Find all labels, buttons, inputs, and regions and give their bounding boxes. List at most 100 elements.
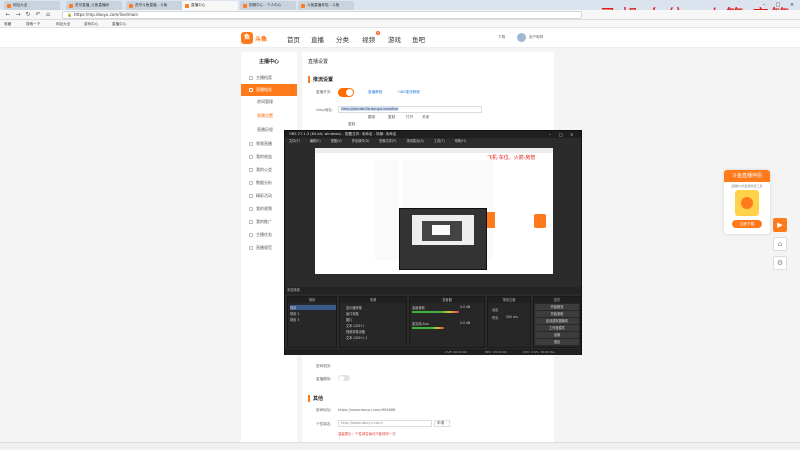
home-float-icon[interactable]: ⌂	[773, 237, 787, 251]
open-button[interactable]: 打开	[406, 115, 413, 120]
preview-nested-obs	[399, 208, 487, 270]
browser-tab[interactable]: 斗鱼直播伴侣 - 斗鱼	[298, 1, 354, 10]
obs-menu-item[interactable]: 工具(T)	[434, 139, 445, 143]
domain-input[interactable]: http://www.douyu.com/	[338, 420, 432, 427]
obs-window[interactable]: OBS 27.1.3 (64-bit, windows) - 配置文件: 未命名…	[284, 130, 582, 355]
obs-menu-item[interactable]: 视图(V)	[331, 139, 342, 143]
obs-tutorial-link[interactable]: OBS推流教程	[398, 90, 420, 95]
obs-menu-item[interactable]: 场景集合(S)	[407, 139, 424, 143]
bookmark-item[interactable]: 游戏中心	[84, 21, 98, 27]
refresh-icon[interactable]: ↻	[24, 11, 32, 19]
start-recording-button[interactable]: 开始录制	[535, 311, 579, 317]
video-icon	[249, 142, 253, 146]
sources-dock: 来源 显示器采集 窗口采集 图片 文本 (GDI+) 视频采集设备 文本 (GD…	[339, 296, 407, 348]
sidebar-item-profile[interactable]: 主播档案	[241, 72, 297, 84]
obs-minimize-icon[interactable]: –	[549, 131, 551, 138]
download-button[interactable]: 立即下载	[732, 220, 762, 228]
domain-note: 温馨提示：个性域名每月只能修改一次	[338, 432, 396, 436]
username[interactable]: 用户昵称	[529, 35, 543, 40]
source-item[interactable]: 文本 (GDI+) 2	[346, 335, 367, 340]
undo-icon[interactable]: ↶	[34, 11, 42, 19]
obs-menu-item[interactable]: 停靠部件(D)	[352, 139, 370, 143]
start-streaming-button[interactable]: 开始推流	[535, 304, 579, 310]
source-item[interactable]: 视频采集设备	[346, 329, 365, 334]
sidebar-item-label: 数据分析	[256, 180, 272, 185]
sidebar-item-label: 精彩活动	[256, 193, 272, 198]
domain-button[interactable]: 申请	[434, 420, 450, 427]
url-input[interactable]: 🔒 https://mp.douyu.com/live/main	[62, 11, 582, 19]
settings-float-icon[interactable]: ⚙	[773, 256, 787, 270]
stream-toggle[interactable]	[338, 88, 354, 97]
sidebar-item-live[interactable]: 直播相关	[241, 84, 297, 96]
obs-preview[interactable]: 飞机-车位、火箭-房管	[315, 148, 553, 274]
browser-tab[interactable]: 虎牙斗鱼直播 - 斗鱼	[126, 1, 182, 10]
tutorial-link[interactable]: 直播教程	[368, 90, 382, 95]
source-item[interactable]: 图片	[346, 317, 352, 322]
sources-dock-title: 来源	[340, 297, 406, 303]
sidebar-item-label: 我的推广	[256, 219, 272, 224]
obs-menu-item[interactable]: 文件(F)	[289, 139, 300, 143]
browser-tab[interactable]: 视频中心 - 个人中心	[240, 1, 296, 10]
back-icon[interactable]: ←	[4, 11, 12, 19]
bookmark-item[interactable]: 收藏	[4, 21, 11, 27]
scene-item[interactable]: 场景	[290, 305, 336, 310]
download-link[interactable]: 下载	[498, 35, 505, 40]
virtual-camera-button[interactable]: 启动虚拟摄像机	[535, 318, 579, 324]
obs-titlebar: OBS 27.1.3 (64-bit, windows) - 配置文件: 未命名…	[285, 131, 581, 138]
flip-button[interactable]: 翻录	[368, 115, 375, 120]
exit-button[interactable]: 退出	[535, 339, 579, 345]
nav-fishbar[interactable]: 鱼吧	[412, 34, 425, 44]
nav-video[interactable]: 视频 5	[362, 31, 380, 44]
nav-home[interactable]: 首页	[287, 34, 300, 44]
duration-input[interactable]: 300 ms	[506, 315, 518, 319]
avatar[interactable]	[517, 33, 526, 42]
nav-live[interactable]: 直播	[311, 34, 324, 44]
scene-item[interactable]: 场景 2	[290, 311, 299, 316]
sidebar-item-label: 主播档案	[256, 75, 272, 80]
bookmark-item[interactable]: 搜索一下	[26, 21, 40, 27]
source-item[interactable]: 文本 (GDI+)	[346, 323, 364, 328]
nav-category[interactable]: 分类	[336, 34, 349, 44]
nav-video-label: 视频	[362, 36, 375, 44]
home-icon[interactable]: ⌂	[44, 11, 52, 19]
settings-button[interactable]: 设置	[535, 332, 579, 338]
private-label: 密码相关:	[316, 364, 332, 368]
obs-menu-item[interactable]: 编辑(E)	[310, 139, 321, 143]
mixer-track-name: 麦克风/Aux	[412, 322, 429, 326]
browser-tab-active[interactable]: 直播中心	[182, 1, 238, 10]
studio-mode-button[interactable]: 工作室模式	[535, 325, 579, 331]
bookmark-item[interactable]: 网址大全	[56, 21, 70, 27]
close-button[interactable]: 关闭	[422, 115, 429, 120]
mixer-dock: 混音器 桌面音频 0.0 dB 麦克风/Aux 0.0 dB	[409, 296, 485, 348]
obs-close-icon[interactable]: ×	[570, 131, 573, 138]
site-logo[interactable]: 鱼 斗鱼	[241, 32, 267, 44]
sidebar-item-settings[interactable]: 直播设置	[241, 110, 297, 122]
browser-tab[interactable]: 网址大全	[4, 1, 60, 10]
room-value[interactable]: https://www.douyu.com/905888	[338, 408, 395, 412]
obs-menubar: 文件(F) 编辑(E) 视图(V) 停靠部件(D) 配置文件(P) 场景集合(S) 工具(T…	[285, 138, 581, 144]
obs-menu-item[interactable]: 帮助(H)	[455, 139, 466, 143]
tab-label: 网址大全	[13, 3, 28, 7]
obs-menu-item[interactable]: 配置文件(P)	[379, 139, 396, 143]
source-item[interactable]: 窗口采集	[346, 311, 359, 316]
bookmark-item[interactable]: 直播中心	[112, 21, 126, 27]
sidebar-item-label: 直播规范	[256, 245, 272, 250]
source-item[interactable]: 显示器采集	[346, 305, 362, 310]
copy-button[interactable]: 复制	[388, 115, 395, 120]
browser-tab[interactable]: 虎牙直播_斗鱼直播间	[66, 1, 122, 10]
chart-icon	[249, 181, 253, 185]
live-float-icon[interactable]: ▶	[773, 218, 787, 232]
bottom-status-strip	[0, 442, 800, 450]
rtmp-input[interactable]: rtmp://sendtc3a.douyu.com/live	[338, 106, 482, 113]
rtmp-value: rtmp://sendtc3a.douyu.com/live	[341, 107, 399, 111]
obs-maximize-icon[interactable]: □	[559, 131, 563, 138]
sidebar-item-room[interactable]: 房间管理	[241, 96, 297, 108]
sidebar-title: 主播中心	[258, 59, 279, 65]
transition-select[interactable]: 淡出	[492, 307, 498, 312]
copy-button-2[interactable]: 复制	[348, 122, 355, 127]
auto-toggle[interactable]	[338, 375, 350, 381]
scene-item[interactable]: 场景 3	[290, 317, 299, 322]
forward-icon[interactable]: →	[14, 11, 22, 19]
promo-card[interactable]: 斗鱼直播伴侣 超越PC的直播伴侣工具 立即下载	[724, 170, 770, 234]
nav-game[interactable]: 游戏	[388, 34, 401, 44]
